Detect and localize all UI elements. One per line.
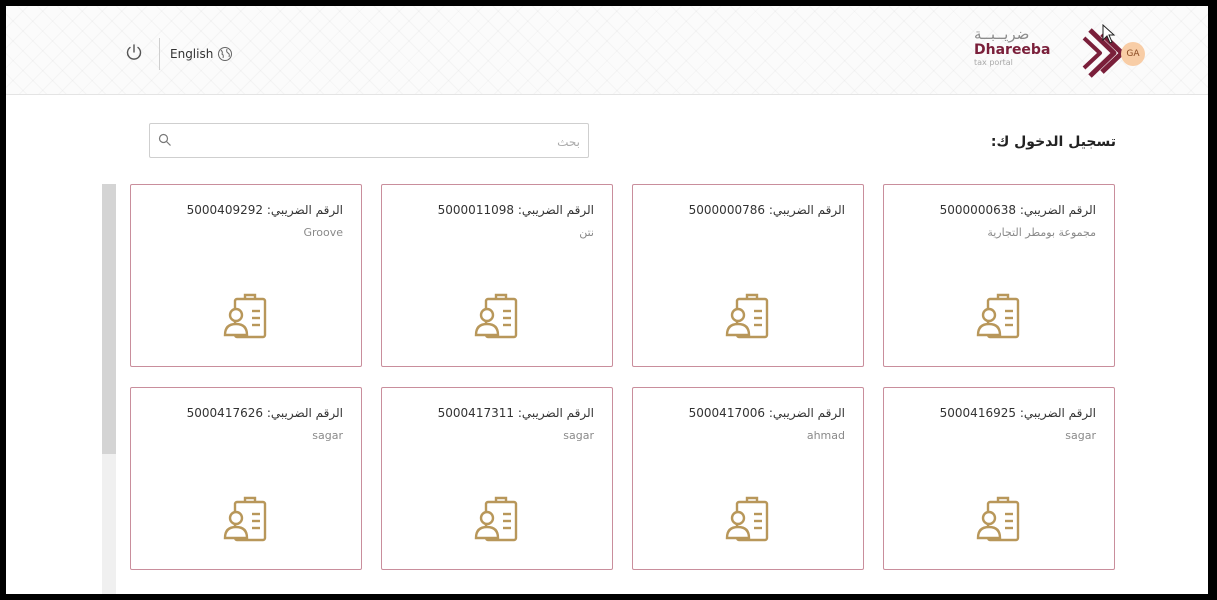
language-switch[interactable]: English [170,46,233,62]
globe-icon [218,47,233,61]
brand-logo-text: ضريــبــة Dhareeba tax portal [974,26,1074,68]
account-card[interactable]: الرقم الضريبي: 5000011098 نتن [381,184,613,367]
card-account-name: sagar [312,429,343,442]
id-badge-icon [474,293,518,339]
logo-arabic-text: ضريــبــة [974,25,1030,43]
id-badge-icon [976,496,1020,542]
search-icon[interactable] [158,133,172,147]
card-tax-number: الرقم الضريبي: 5000011098 [437,203,594,217]
card-tax-number: الرقم الضريبي: 5000000638 [939,203,1096,217]
id-badge-icon [725,496,769,542]
page-title: تسجيل الدخول ك: [990,134,1116,150]
account-card[interactable]: الرقم الضريبي: 5000417311 sagar [381,387,613,570]
card-account-name: sagar [563,429,594,442]
card-account-name: Groove [303,226,343,239]
card-tax-number: الرقم الضريبي: 5000417006 [688,406,845,420]
account-card[interactable]: الرقم الضريبي: 5000000786 [632,184,864,367]
account-card[interactable]: الرقم الضريبي: 5000409292 Groove [130,184,362,367]
id-badge-icon [474,496,518,542]
id-badge-icon [223,293,267,339]
card-tax-number: الرقم الضريبي: 5000416925 [939,406,1096,420]
card-account-name: مجموعة بومطر التجارية [987,226,1096,239]
header-divider [159,38,160,70]
account-card[interactable]: الرقم الضريبي: 5000000638 مجموعة بومطر ا… [883,184,1115,367]
card-tax-number: الرقم الضريبي: 5000000786 [688,203,845,217]
card-account-name: ahmad [806,429,845,442]
card-tax-number: الرقم الضريبي: 5000409292 [186,203,343,217]
search-box [149,123,589,159]
id-badge-icon [976,293,1020,339]
app-frame: English ضريــبــة Dhareeba tax portal GA… [6,6,1208,594]
scrollbar-thumb[interactable] [102,184,116,454]
list-scrollbar[interactable] [102,184,116,594]
mouse-cursor-icon [1102,24,1116,44]
id-badge-icon [223,496,267,542]
search-input[interactable] [182,124,582,159]
logo-english-text: Dhareeba [974,42,1051,58]
card-account-name: sagar [1065,429,1096,442]
language-label: English [170,47,214,61]
logo-subtitle: tax portal [974,58,1013,67]
top-header: English ضريــبــة Dhareeba tax portal GA [6,6,1208,95]
account-card[interactable]: الرقم الضريبي: 5000417626 sagar [130,387,362,570]
user-avatar[interactable]: GA [1121,42,1145,66]
card-tax-number: الرقم الضريبي: 5000417311 [437,406,594,420]
power-icon[interactable] [124,42,144,62]
card-account-name: نتن [579,226,594,239]
account-card[interactable]: الرقم الضريبي: 5000417006 ahmad [632,387,864,570]
account-card[interactable]: الرقم الضريبي: 5000416925 sagar [883,387,1115,570]
id-badge-icon [725,293,769,339]
card-tax-number: الرقم الضريبي: 5000417626 [186,406,343,420]
